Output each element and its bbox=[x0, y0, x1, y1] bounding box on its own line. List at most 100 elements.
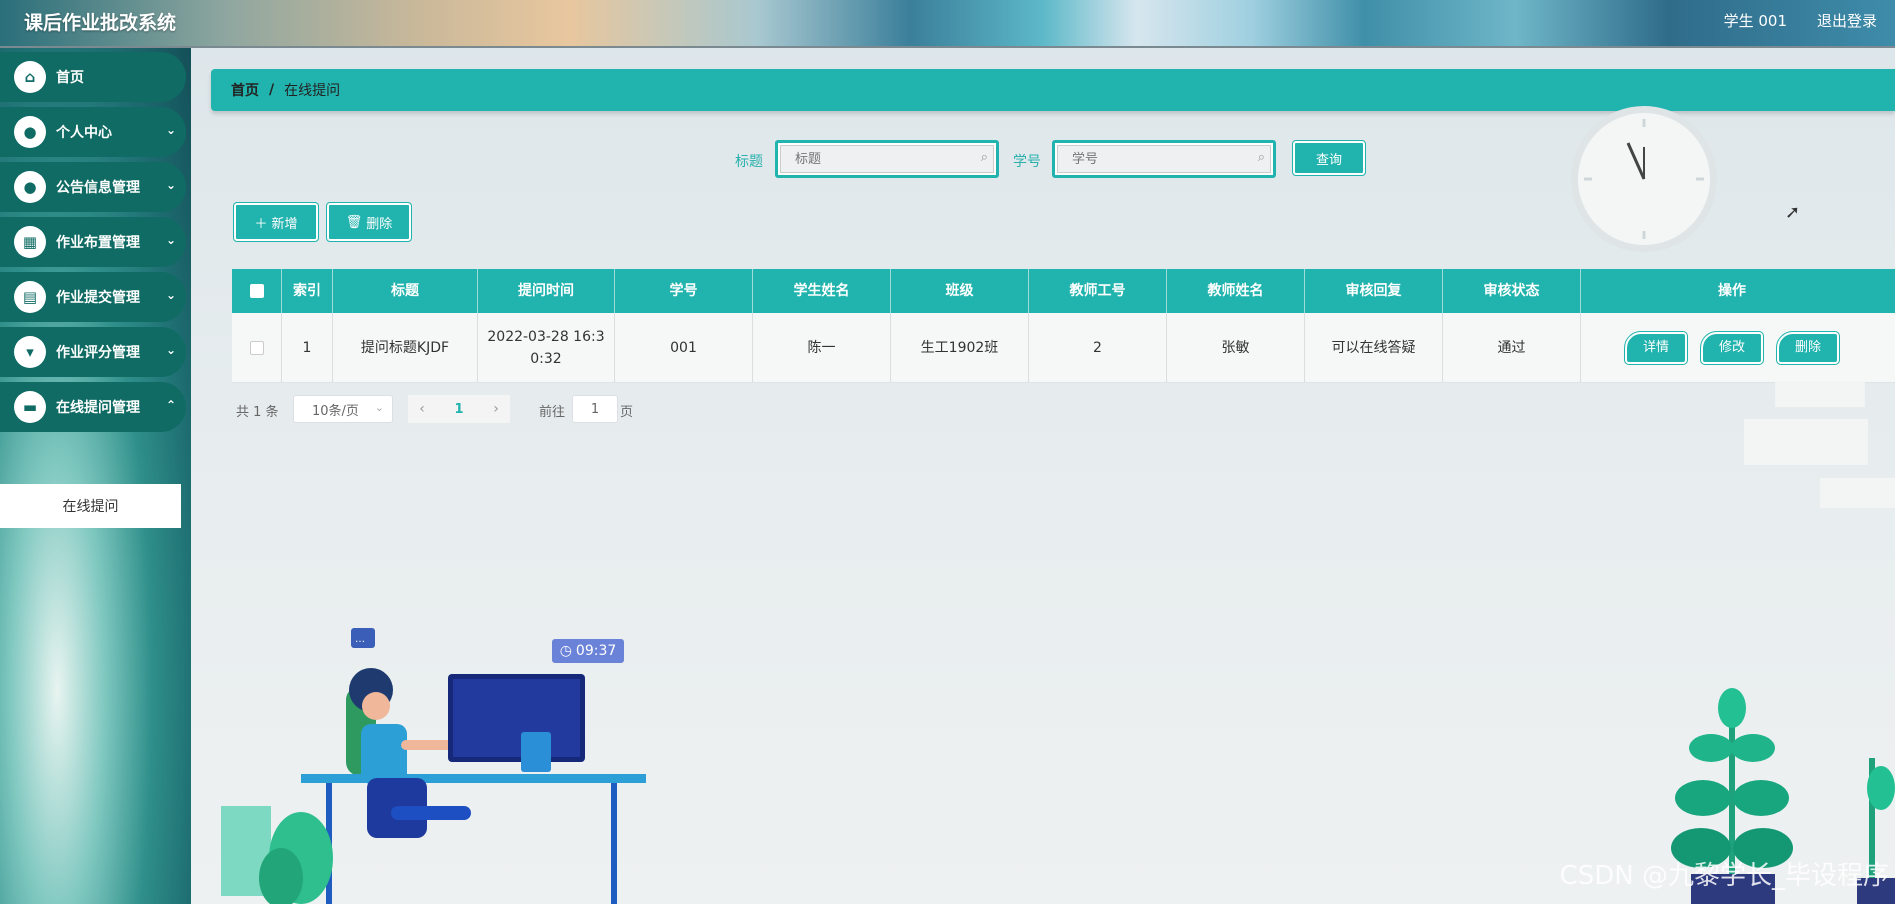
batch-delete-button[interactable]: 🗑 删除 bbox=[326, 202, 412, 242]
delete-button[interactable]: 删除 bbox=[1776, 330, 1840, 365]
search-icon: ⌕ bbox=[1257, 150, 1265, 165]
goto-page-input[interactable]: 1 bbox=[572, 395, 618, 423]
add-button[interactable]: ＋ 新增 bbox=[233, 202, 319, 242]
home-icon: ⌂ bbox=[14, 61, 46, 93]
search-icon: ⌕ bbox=[980, 150, 988, 165]
time-badge: ◷ 09:37 bbox=[552, 639, 624, 663]
chevron-down-icon: ⌄ bbox=[165, 123, 176, 137]
cell-status: 通过 bbox=[1443, 313, 1581, 382]
office-illustration: … bbox=[221, 628, 646, 904]
sidebar: ⌂ 首页 ● 个人中心 ⌄ ● 公告信息管理 ⌄ ▦ 作业布置管理 ⌄ ▤ 作业… bbox=[0, 48, 191, 904]
column-header: 提问时间 bbox=[478, 269, 615, 313]
sidebar-item-label: 在线提问管理 bbox=[56, 400, 140, 416]
sidebar-item-question-management[interactable]: ▬ 在线提问管理 ⌃ bbox=[0, 382, 186, 432]
row-checkbox[interactable] bbox=[249, 340, 264, 355]
pagination-total: 共 1 条 bbox=[236, 405, 279, 420]
breadcrumb-current: 在线提问 bbox=[284, 83, 341, 99]
chevron-down-icon: ⌄ bbox=[165, 343, 176, 357]
cell-reply: 可以在线答疑 bbox=[1305, 313, 1443, 382]
add-button-label: 新增 bbox=[271, 216, 298, 232]
clock-face-icon bbox=[1584, 119, 1704, 239]
title-search-input[interactable] bbox=[780, 145, 994, 173]
clipboard-icon: ▤ bbox=[14, 281, 46, 313]
user-icon: ● bbox=[14, 171, 46, 203]
chevron-down-icon: ⌄ bbox=[165, 288, 176, 302]
cell-index: 1 bbox=[282, 313, 333, 382]
column-header: 学生姓名 bbox=[753, 269, 891, 313]
student-id-search-field: ⌕ bbox=[1052, 140, 1276, 178]
trash-icon: 🗑 bbox=[345, 214, 363, 230]
student-id-search-label: 学号 bbox=[1013, 154, 1041, 170]
sidebar-item-label: 公告信息管理 bbox=[56, 180, 140, 196]
title-search-label: 标题 bbox=[735, 154, 763, 170]
chevron-down-icon: ⌄ bbox=[165, 178, 176, 192]
table-row: 1 提问标题KJDF 2022-03-28 16:30:32 001 陈一 生工… bbox=[232, 313, 1895, 383]
stamp-icon: ▾ bbox=[14, 336, 46, 368]
sidebar-item-grading-management[interactable]: ▾ 作业评分管理 ⌄ bbox=[0, 327, 186, 377]
user-icon: ● bbox=[14, 116, 46, 148]
column-header: 索引 bbox=[282, 269, 333, 313]
page-number-current[interactable]: 1 bbox=[436, 395, 482, 423]
student-id-search-input[interactable] bbox=[1057, 145, 1271, 173]
chevron-left-icon: ‹ bbox=[419, 401, 425, 417]
cell-student-name: 陈一 bbox=[753, 313, 891, 382]
prev-page-button[interactable]: ‹ bbox=[408, 395, 436, 423]
submenu-item-online-question[interactable]: 在线提问 bbox=[0, 484, 181, 528]
cell-student-id: 001 bbox=[615, 313, 753, 382]
sidebar-item-label: 作业提交管理 bbox=[56, 290, 140, 306]
chevron-down-icon: ⌄ bbox=[374, 401, 384, 414]
title-search-field: ⌕ bbox=[775, 140, 999, 178]
select-all-checkbox[interactable] bbox=[249, 284, 264, 298]
next-page-button[interactable]: › bbox=[482, 395, 510, 423]
goto-suffix: 页 bbox=[620, 405, 634, 420]
decor-block bbox=[1775, 381, 1865, 407]
page-size-select[interactable]: 10条/页 ⌄ bbox=[293, 395, 393, 423]
page-size-value: 10条/页 bbox=[312, 403, 359, 419]
watermark: CSDN @九黎学长_毕设程序 bbox=[1559, 861, 1889, 891]
time-badge-text: 09:37 bbox=[575, 643, 617, 659]
questions-table: 索引 标题 提问时间 学号 学生姓名 班级 教师工号 教师姓名 审核回复 审核状… bbox=[232, 269, 1895, 383]
chevron-down-icon: ⌄ bbox=[165, 233, 176, 247]
svg-text:…: … bbox=[355, 634, 365, 645]
chevron-up-icon: ⌃ bbox=[165, 398, 176, 412]
top-header: 课后作业批改系统 学生 001 退出登录 bbox=[0, 0, 1895, 48]
query-button[interactable]: 查询 bbox=[1292, 140, 1366, 176]
decor-block bbox=[1744, 419, 1868, 465]
mouse-cursor-icon: ➚ bbox=[1785, 202, 1801, 223]
cell-time: 2022-03-28 16:30:32 bbox=[478, 313, 615, 382]
sidebar-item-home[interactable]: ⌂ 首页 bbox=[0, 52, 186, 102]
detail-button[interactable]: 详情 bbox=[1624, 330, 1688, 365]
sidebar-item-label: 作业评分管理 bbox=[56, 345, 140, 361]
sidebar-item-personal-center[interactable]: ● 个人中心 ⌄ bbox=[0, 107, 186, 157]
breadcrumb-home[interactable]: 首页 bbox=[231, 80, 259, 100]
app-title: 课后作业批改系统 bbox=[24, 12, 177, 34]
sidebar-item-label: 个人中心 bbox=[56, 125, 112, 141]
edit-button[interactable]: 修改 bbox=[1700, 330, 1764, 365]
table-header: 索引 标题 提问时间 学号 学生姓名 班级 教师工号 教师姓名 审核回复 审核状… bbox=[232, 269, 1895, 313]
cell-teacher-id: 2 bbox=[1029, 313, 1167, 382]
column-header: 操作 bbox=[1718, 283, 1746, 299]
logout-link[interactable]: 退出登录 bbox=[1817, 10, 1877, 31]
sidebar-item-notice-management[interactable]: ● 公告信息管理 ⌄ bbox=[0, 162, 186, 212]
breadcrumb: 首页 / 在线提问 bbox=[211, 69, 1895, 111]
sidebar-item-label: 首页 bbox=[56, 70, 84, 86]
select-all-cell bbox=[232, 269, 282, 313]
chevron-right-icon: › bbox=[493, 401, 499, 417]
briefcase-icon: ▬ bbox=[14, 391, 46, 423]
clock-decoration bbox=[1571, 106, 1717, 252]
column-header: 教师姓名 bbox=[1167, 269, 1305, 313]
current-user: 学生 001 bbox=[1723, 12, 1787, 30]
plus-icon: ＋ bbox=[254, 216, 268, 232]
cell-title: 提问标题KJDF bbox=[333, 313, 478, 382]
column-header: 标题 bbox=[333, 269, 478, 313]
clock-icon: ◷ bbox=[559, 643, 572, 659]
sidebar-item-submission-management[interactable]: ▤ 作业提交管理 ⌄ bbox=[0, 272, 186, 322]
goto-prefix: 前往 bbox=[539, 405, 566, 420]
sidebar-item-label: 作业布置管理 bbox=[56, 235, 140, 251]
column-header: 审核状态 bbox=[1443, 269, 1581, 313]
sidebar-item-assignment-management[interactable]: ▦ 作业布置管理 ⌄ bbox=[0, 217, 186, 267]
cell-class: 生工1902班 bbox=[891, 313, 1029, 382]
decor-block bbox=[1820, 478, 1895, 508]
main-content: 首页 / 在线提问 标题 ⌕ 学号 ⌕ 查询 ＋ 新增 🗑 删除 bbox=[191, 48, 1895, 904]
column-header: 学号 bbox=[615, 269, 753, 313]
